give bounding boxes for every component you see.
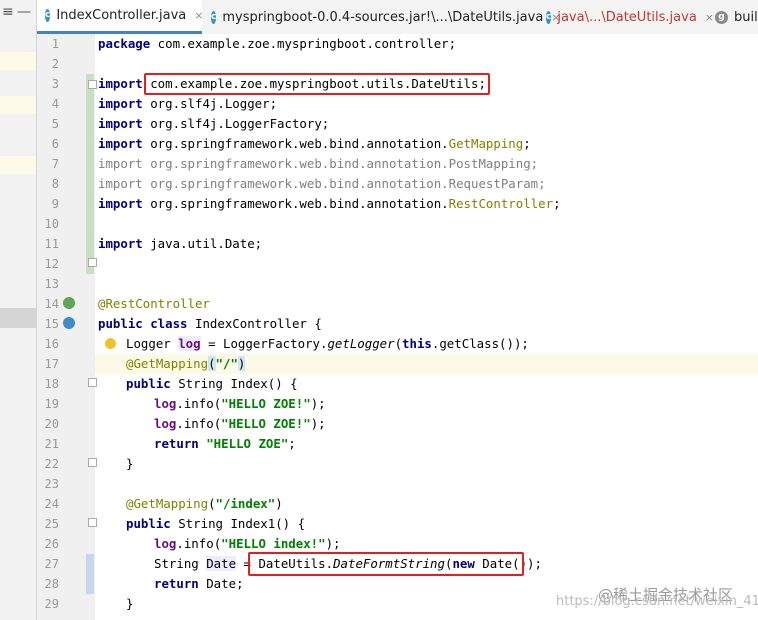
- fold-icon[interactable]: [88, 258, 97, 267]
- line-number: 12: [44, 257, 59, 271]
- code-line: log.info("HELLO ZOE!");: [154, 396, 326, 411]
- code-line: import java.util.Date;: [98, 236, 263, 251]
- code-line-unused-import: import org.springframework.web.bind.anno…: [98, 156, 539, 171]
- line-number: 27: [44, 557, 59, 571]
- code-line: import org.slf4j.LoggerFactory;: [98, 116, 330, 131]
- side-marker: [0, 96, 36, 114]
- highlight-box-call: [248, 552, 524, 576]
- tab-index-controller[interactable]: c IndexController.java ×: [37, 0, 203, 34]
- class-icon: c: [211, 10, 217, 24]
- watermark-url: https://blog.csdn.net/weixin_41: [556, 594, 758, 609]
- line-number: 3: [51, 77, 59, 91]
- highlight-box-import: [144, 73, 490, 95]
- tab-dateutils-sources[interactable]: c myspringboot-0.0.4-sources.jar!\...\Dat…: [203, 0, 561, 34]
- line-number: 17: [44, 357, 59, 371]
- code-line: log.info("HELLO index!");: [154, 536, 341, 551]
- line-number: 10: [44, 217, 59, 231]
- code-line: public String Index() {: [126, 376, 298, 391]
- line-number: 5: [51, 117, 59, 131]
- editor-tab-bar: c IndexController.java × c myspringboot-0.0…: [37, 0, 758, 35]
- spring-bean-icon[interactable]: [63, 317, 75, 329]
- line-number: 11: [44, 237, 59, 251]
- tab-build[interactable]: gbuild: [707, 0, 758, 34]
- side-marker: [0, 156, 36, 174]
- code-line: @RestController: [98, 296, 210, 311]
- code-line: }: [126, 596, 134, 611]
- side-marker: [0, 52, 36, 70]
- code-line: import org.springframework.web.bind.anno…: [98, 196, 561, 211]
- line-number: 20: [44, 417, 59, 431]
- vcs-added-marker: [86, 74, 94, 274]
- code-line: Logger log = LoggerFactory.getLogger(thi…: [126, 336, 529, 351]
- line-number: 7: [51, 157, 59, 171]
- line-number: 22: [44, 457, 59, 471]
- tab-label: myspringboot-0.0.4-sources.jar!\...\Date…: [222, 9, 544, 25]
- line-number: 18: [44, 377, 59, 391]
- vcs-modified-marker: [86, 554, 94, 594]
- side-selected-row: [0, 308, 36, 328]
- code-line: package com.example.zoe.myspringboot.con…: [98, 36, 457, 51]
- fold-icon[interactable]: [88, 458, 97, 467]
- collapse-icon[interactable]: ≡: [2, 4, 14, 20]
- tab-dateutils-java[interactable]: c java\...\DateUtils.java ×: [538, 0, 714, 34]
- line-number: 25: [44, 517, 59, 531]
- line-number: 23: [44, 477, 59, 491]
- class-icon: c: [546, 10, 552, 24]
- line-number: 8: [51, 177, 59, 191]
- code-line-unused-import: import org.springframework.web.bind.anno…: [98, 176, 546, 191]
- line-number: 26: [44, 537, 59, 551]
- line-number: 21: [44, 437, 59, 451]
- line-number: 29: [44, 597, 59, 611]
- line-number: 15: [44, 317, 59, 331]
- line-number: 28: [44, 577, 59, 591]
- code-line: public class IndexController {: [98, 316, 322, 331]
- line-number: 19: [44, 397, 59, 411]
- code-line: }: [126, 456, 134, 471]
- line-number: 2: [51, 57, 59, 71]
- fold-icon[interactable]: [88, 518, 97, 527]
- code-line: @GetMapping("/"): [126, 356, 246, 371]
- line-number: 14: [44, 297, 59, 311]
- code-line: return Date;: [154, 576, 244, 591]
- tab-label: IndexController.java: [56, 8, 187, 23]
- tab-label: java\...\DateUtils.java: [557, 9, 697, 25]
- tab-label: build: [734, 9, 758, 25]
- code-line: public String Index1() {: [126, 516, 306, 531]
- fold-icon[interactable]: [88, 378, 97, 387]
- code-line: import org.slf4j.Logger;: [98, 96, 278, 111]
- code-line: import org.springframework.web.bind.anno…: [98, 136, 531, 151]
- code-line: return "HELLO ZOE";: [154, 436, 296, 451]
- class-icon: c: [45, 9, 51, 22]
- line-number: 24: [44, 497, 59, 511]
- line-number: 4: [51, 97, 59, 111]
- line-number: 16: [44, 337, 59, 351]
- lightbulb-icon[interactable]: [105, 338, 116, 349]
- line-number: 9: [51, 197, 59, 211]
- project-panel-edge: [0, 0, 37, 620]
- line-number: 6: [51, 137, 59, 151]
- code-line: log.info("HELLO ZOE!");: [154, 416, 326, 431]
- gradle-icon: g: [715, 10, 728, 24]
- line-number: 13: [44, 277, 59, 291]
- code-line: @GetMapping("/index"): [126, 496, 283, 511]
- line-number: 1: [51, 37, 59, 51]
- spring-bean-icon[interactable]: [63, 297, 75, 309]
- fold-icon[interactable]: [88, 80, 97, 89]
- minimize-icon[interactable]: —: [17, 4, 31, 20]
